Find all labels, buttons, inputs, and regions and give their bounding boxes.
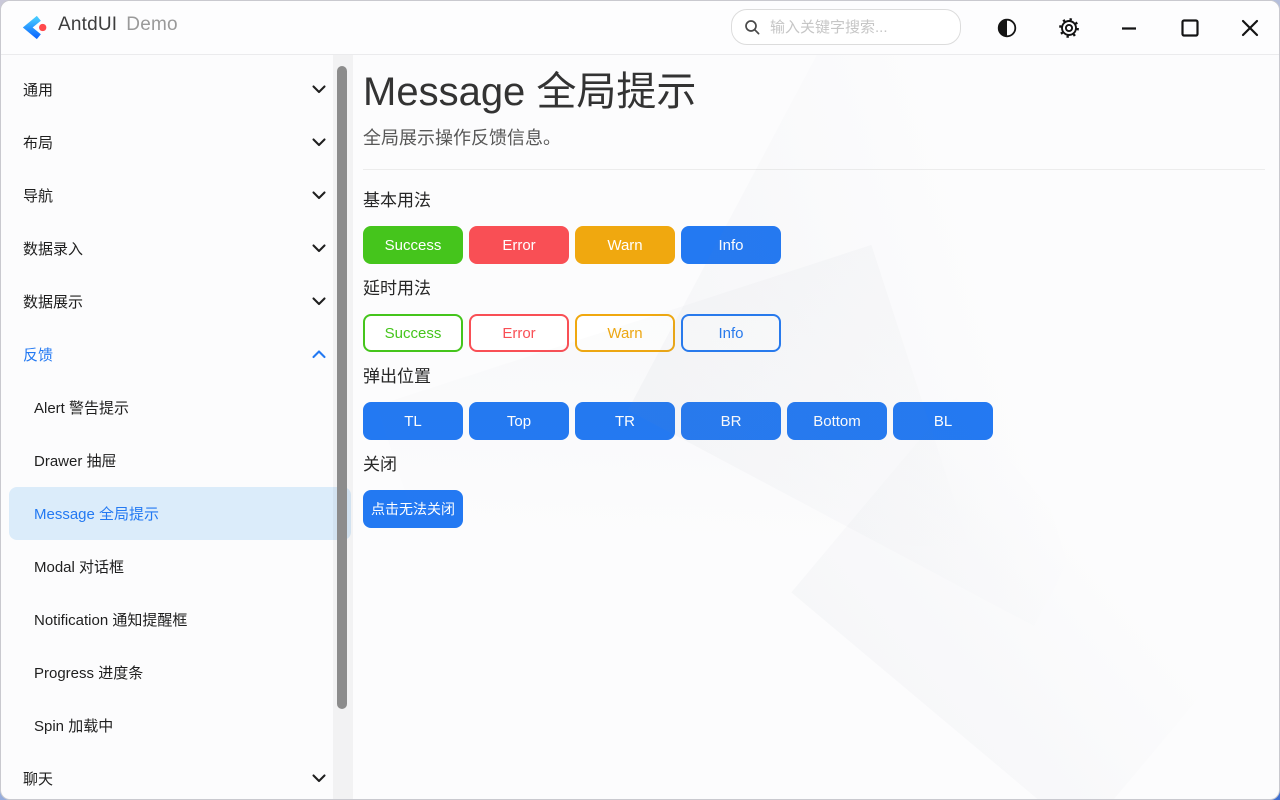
delay-success-button[interactable]: Success — [363, 314, 463, 352]
chevron-down-icon — [312, 297, 326, 306]
section-heading-close: 关闭 — [363, 453, 1265, 477]
sidebar-item-progress[interactable]: Progress 进度条 — [9, 646, 351, 699]
sidebar-item-label: 导航 — [23, 185, 312, 206]
position-tr-button[interactable]: TR — [575, 402, 675, 440]
section-heading-basic: 基本用法 — [363, 189, 1265, 213]
sidebar-item-label: 聊天 — [23, 768, 312, 789]
chevron-down-icon — [312, 85, 326, 94]
sidebar-scrollbar-thumb[interactable] — [337, 66, 347, 709]
delay-error-button[interactable]: Error — [469, 314, 569, 352]
position-br-button[interactable]: BR — [681, 402, 781, 440]
minimize-button[interactable] — [1112, 11, 1146, 45]
sidebar-item-label: Alert 警告提示 — [34, 397, 326, 418]
close-buttons-row: 点击无法关闭 — [363, 490, 1265, 528]
sidebar-item-label: Progress 进度条 — [34, 662, 326, 683]
position-bottom-button[interactable]: Bottom — [787, 402, 887, 440]
chevron-down-icon — [312, 191, 326, 200]
sidebar-item-label: 数据录入 — [23, 238, 312, 259]
search-box[interactable] — [731, 9, 961, 45]
sidebar-item-label: 通用 — [23, 79, 312, 100]
maximize-button[interactable] — [1173, 11, 1207, 45]
search-icon — [744, 19, 761, 36]
sidebar-item-navigation[interactable]: 导航 — [9, 169, 351, 222]
sidebar-item-label: 数据展示 — [23, 291, 312, 312]
position-bl-button[interactable]: BL — [893, 402, 993, 440]
sidebar-item-label: Drawer 抽屉 — [34, 450, 326, 471]
app-suffix: Demo — [126, 14, 177, 35]
cannot-close-button[interactable]: 点击无法关闭 — [363, 490, 463, 528]
sidebar-nav: 通用 布局 导航 数据录入 数据展示 反馈 Alert 警告提示 Drawer … — [1, 55, 353, 799]
position-buttons-row: TL Top TR BR Bottom BL — [363, 402, 1265, 440]
theme-toggle-button[interactable] — [990, 11, 1024, 45]
sidebar-item-drawer[interactable]: Drawer 抽屉 — [9, 434, 351, 487]
settings-button[interactable] — [1052, 11, 1086, 45]
sidebar-item-modal[interactable]: Modal 对话框 — [9, 540, 351, 593]
page-title: Message 全局提示 — [363, 67, 1265, 117]
delay-buttons-row: Success Error Warn Info — [363, 314, 1265, 352]
antdui-logo-icon — [21, 14, 48, 41]
sidebar-item-label: Notification 通知提醒框 — [34, 609, 326, 630]
minimize-icon — [1119, 18, 1139, 38]
chevron-down-icon — [312, 138, 326, 147]
theme-contrast-icon — [996, 17, 1018, 39]
main-content: Message 全局提示 全局展示操作反馈信息。 基本用法 Success Er… — [353, 55, 1279, 799]
sidebar-item-layout[interactable]: 布局 — [9, 116, 351, 169]
chevron-down-icon — [312, 774, 326, 783]
page-subtitle: 全局展示操作反馈信息。 — [363, 125, 1265, 151]
position-top-button[interactable]: Top — [469, 402, 569, 440]
sidebar-item-notification[interactable]: Notification 通知提醒框 — [9, 593, 351, 646]
delay-warn-button[interactable]: Warn — [575, 314, 675, 352]
sidebar-item-label: Modal 对话框 — [34, 556, 326, 577]
section-heading-delay: 延时用法 — [363, 277, 1265, 301]
search-input[interactable] — [768, 18, 960, 37]
sidebar-item-label: Message 全局提示 — [34, 503, 326, 524]
divider — [363, 169, 1265, 170]
sidebar-item-label: Spin 加载中 — [34, 715, 326, 736]
sidebar-item-data-display[interactable]: 数据展示 — [9, 275, 351, 328]
basic-buttons-row: Success Error Warn Info — [363, 226, 1265, 264]
sidebar-item-spin[interactable]: Spin 加载中 — [9, 699, 351, 752]
title-bar: AntdUI Demo — [1, 1, 1279, 55]
maximize-icon — [1179, 17, 1201, 39]
close-button[interactable] — [1233, 11, 1267, 45]
sidebar-item-data-entry[interactable]: 数据录入 — [9, 222, 351, 275]
close-icon — [1239, 17, 1261, 39]
message-success-button[interactable]: Success — [363, 226, 463, 264]
app-title: AntdUI Demo — [58, 14, 178, 36]
chevron-up-icon — [312, 350, 326, 359]
sidebar-item-feedback[interactable]: 反馈 — [9, 328, 351, 381]
sidebar-item-message[interactable]: Message 全局提示 — [9, 487, 351, 540]
message-error-button[interactable]: Error — [469, 226, 569, 264]
position-tl-button[interactable]: TL — [363, 402, 463, 440]
sidebar-item-label: 布局 — [23, 132, 312, 153]
sidebar-item-chat[interactable]: 聊天 — [9, 752, 351, 800]
app-window: AntdUI Demo — [0, 0, 1280, 800]
app-name: AntdUI — [58, 14, 117, 35]
settings-gear-icon — [1057, 16, 1081, 40]
chevron-down-icon — [312, 244, 326, 253]
message-warn-button[interactable]: Warn — [575, 226, 675, 264]
section-heading-position: 弹出位置 — [363, 365, 1265, 389]
delay-info-button[interactable]: Info — [681, 314, 781, 352]
sidebar-item-alert[interactable]: Alert 警告提示 — [9, 381, 351, 434]
sidebar-item-general[interactable]: 通用 — [9, 63, 351, 116]
message-info-button[interactable]: Info — [681, 226, 781, 264]
sidebar-item-label: 反馈 — [23, 344, 312, 365]
